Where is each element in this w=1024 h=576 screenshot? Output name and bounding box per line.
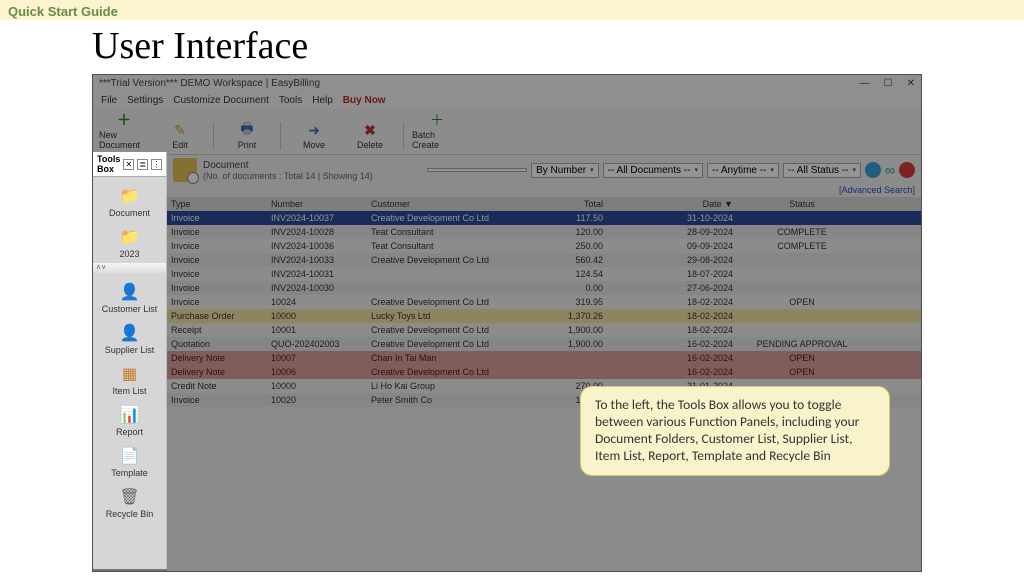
help-callout: To the left, the Tools Box allows you to…	[580, 386, 890, 476]
toolbar-delete-button[interactable]: ✖Delete	[345, 121, 395, 150]
move-icon: ➜	[305, 121, 323, 139]
filter-time[interactable]: -- Anytime --▾	[707, 163, 779, 178]
side-recycle-bin[interactable]: 🗑Recycle Bin	[93, 487, 166, 519]
toolbar-edit-button[interactable]: ✎Edit	[155, 121, 205, 150]
side-2023[interactable]: 📁2023	[93, 227, 166, 259]
new-document-icon: ＋	[115, 111, 133, 129]
side-template[interactable]: 📄Template	[93, 446, 166, 478]
document-icon: 📁	[120, 186, 140, 206]
menu-buy-now[interactable]: Buy Now	[343, 95, 386, 106]
sync-icon[interactable]: ∞	[885, 162, 895, 178]
search-input[interactable]	[427, 168, 527, 172]
filter-docs[interactable]: -- All Documents --▾	[603, 163, 703, 178]
filter-by[interactable]: By Number▾	[531, 163, 599, 178]
table-row[interactable]: InvoiceINV2024-10033Creative Development…	[167, 253, 921, 267]
2023-icon: 📁	[120, 227, 140, 247]
menu-help[interactable]: Help	[312, 95, 333, 106]
template-icon: 📄	[120, 446, 140, 466]
window-close-button[interactable]: ✕	[907, 78, 915, 89]
col-number[interactable]: Number	[267, 197, 367, 211]
report-icon: 📊	[120, 405, 140, 425]
table-row[interactable]: Invoice10024Creative Development Co Ltd3…	[167, 295, 921, 309]
screenshot-stage: ***Trial Version*** DEMO Workspace | Eas…	[92, 74, 922, 572]
col-total[interactable]: Total	[507, 197, 607, 211]
recycle-bin-icon: 🗑	[120, 487, 140, 507]
toolbar: ＋New Document✎Edit 🖶Print ➜Move✖Delete ＋Bat…	[93, 109, 921, 155]
edit-icon: ✎	[171, 121, 189, 139]
menubar[interactable]: File Settings Customize Document Tools H…	[93, 92, 921, 109]
window-max-button[interactable]: ☐	[884, 78, 893, 89]
main-header: Document (No. of documents : Total 14 | …	[167, 155, 921, 185]
grid-view-icon[interactable]: ⋮	[151, 159, 162, 170]
toolbar-move-button[interactable]: ➜Move	[289, 121, 339, 150]
table-row[interactable]: Receipt10001Creative Development Co Ltd1…	[167, 323, 921, 337]
table-row[interactable]: Delivery Note10007Chan In Tai Man16-02-2…	[167, 351, 921, 365]
menu-tools[interactable]: Tools	[279, 95, 302, 106]
tools-box-title: Tools Box	[97, 154, 120, 174]
col-status[interactable]: Status	[737, 197, 867, 211]
table-row[interactable]: Purchase Order10000Lucky Toys Ltd1,370.2…	[167, 309, 921, 323]
menu-settings[interactable]: Settings	[127, 95, 163, 106]
filter-status[interactable]: -- All Status --▾	[783, 163, 861, 178]
print-icon: 🖶	[238, 121, 256, 139]
filter-bar: By Number▾ -- All Documents --▾ -- Anyti…	[427, 162, 915, 178]
list-view-icon[interactable]: ≣	[137, 159, 148, 170]
main-pane: Document (No. of documents : Total 14 | …	[167, 155, 921, 571]
table-row[interactable]: InvoiceINV2024-100300.0027-06-2024	[167, 281, 921, 295]
table-row[interactable]: InvoiceINV2024-10028Teat Consultant120.0…	[167, 225, 921, 239]
table-row[interactable]: InvoiceINV2024-10031124.5418-07-2024	[167, 267, 921, 281]
info-icon[interactable]	[865, 162, 881, 178]
doc-list-subtitle: (No. of documents : Total 14 | Showing 1…	[203, 171, 373, 181]
side-customer-list[interactable]: 👤Customer List	[93, 282, 166, 314]
tools-box-expander[interactable]: ∧∨	[93, 263, 166, 273]
col-type[interactable]: Type	[167, 197, 267, 211]
folder-icon	[173, 158, 197, 182]
page-title: User Interface	[92, 24, 1024, 72]
side-document[interactable]: 📁Document	[93, 186, 166, 218]
menu-file[interactable]: File	[101, 95, 117, 106]
item-list-icon: ▦	[120, 364, 140, 384]
advanced-search-link[interactable]: [Advanced Search]	[167, 185, 921, 197]
side-item-list[interactable]: ▦Item List	[93, 364, 166, 396]
document-grid: Type Number Customer Total Date ▼ Status…	[167, 197, 921, 571]
stop-icon[interactable]	[899, 162, 915, 178]
menu-customize[interactable]: Customize Document	[173, 95, 269, 106]
tools-box-header[interactable]: Tools Box ✕ ≣ ⋮	[93, 152, 166, 177]
titlebar: ***Trial Version*** DEMO Workspace | Eas…	[93, 75, 921, 92]
table-row[interactable]: Delivery Note10006Creative Development C…	[167, 365, 921, 379]
tools-box[interactable]: Tools Box ✕ ≣ ⋮ 📁Document 📁2023 ∧∨ 👤Custo…	[93, 152, 167, 569]
close-icon[interactable]: ✕	[123, 159, 134, 170]
table-row[interactable]: QuotationQUO-202402003Creative Developme…	[167, 337, 921, 351]
grid-header[interactable]: Type Number Customer Total Date ▼ Status	[167, 197, 921, 211]
col-date[interactable]: Date ▼	[607, 197, 737, 211]
toolbar-print-button[interactable]: 🖶Print	[222, 121, 272, 150]
guide-banner: Quick Start Guide	[0, 0, 1024, 20]
side-report[interactable]: 📊Report	[93, 405, 166, 437]
app-window: ***Trial Version*** DEMO Workspace | Eas…	[92, 74, 922, 572]
table-row[interactable]: InvoiceINV2024-10037Creative Development…	[167, 211, 921, 225]
delete-icon: ✖	[361, 121, 379, 139]
toolbar-new-document-button[interactable]: ＋New Document	[99, 111, 149, 150]
batch-create-icon: ＋	[428, 111, 446, 129]
doc-list-title: Document	[203, 160, 373, 171]
supplier-list-icon: 👤	[120, 323, 140, 343]
window-title: ***Trial Version*** DEMO Workspace | Eas…	[99, 78, 860, 89]
window-min-button[interactable]: —	[860, 78, 870, 89]
customer-list-icon: 👤	[120, 282, 140, 302]
table-row[interactable]: InvoiceINV2024-10036Teat Consultant250.0…	[167, 239, 921, 253]
col-customer[interactable]: Customer	[367, 197, 507, 211]
toolbar-batch-create-button[interactable]: ＋Batch Create	[412, 111, 462, 150]
side-supplier-list[interactable]: 👤Supplier List	[93, 323, 166, 355]
